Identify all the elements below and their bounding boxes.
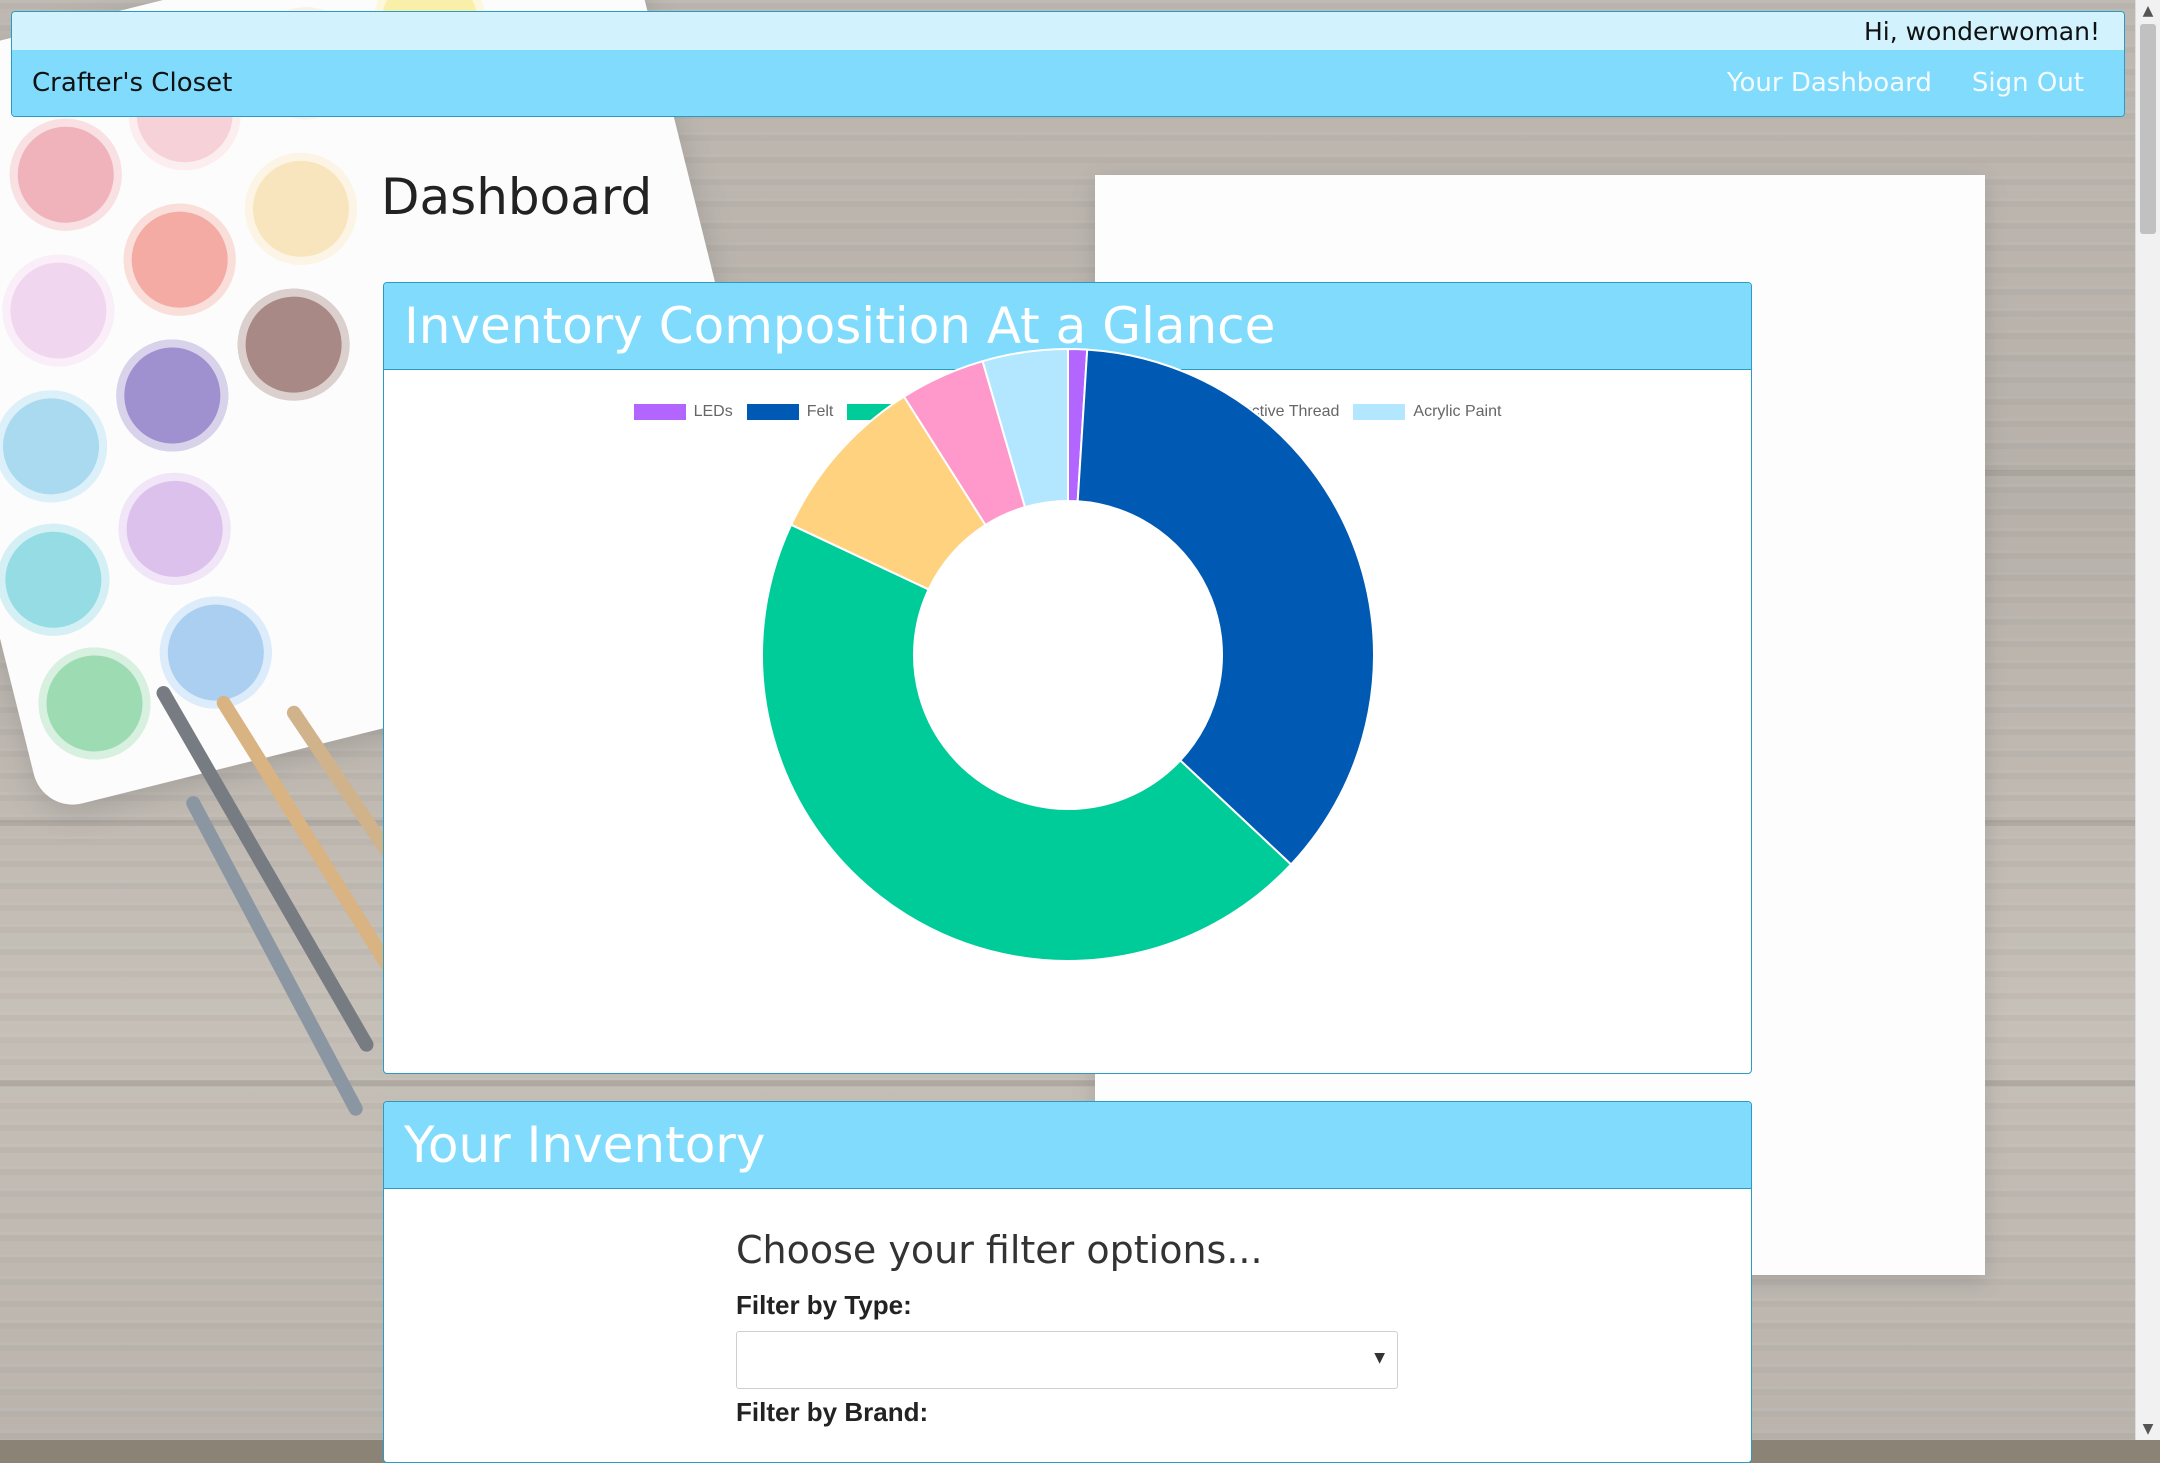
inventory-panel: Your Inventory Choose your filter option…: [383, 1101, 1752, 1463]
user-greeting-bar: Hi, wonderwoman!: [12, 12, 2124, 50]
filter-brand-label: Filter by Brand:: [736, 1397, 929, 1427]
scrollbar-thumb[interactable]: [2140, 24, 2156, 234]
donut-slice-felt[interactable]: [1076, 348, 1375, 866]
donut-chart: [761, 347, 1375, 962]
scroll-down-icon[interactable]: ▼: [2136, 1418, 2160, 1440]
main-nav: Crafter's Closet Your Dashboard Sign Out: [12, 50, 2124, 116]
filter-type-label: Filter by Type:: [736, 1290, 912, 1320]
navbar: Hi, wonderwoman! Crafter's Closet Your D…: [11, 11, 2125, 117]
filter-form: Choose your filter options... Filter by …: [736, 1228, 1436, 1438]
nav-links: Your Dashboard Sign Out: [1727, 68, 2084, 98]
caret-down-icon: ▼: [1374, 1350, 1385, 1366]
sign-out-link[interactable]: Sign Out: [1972, 68, 2084, 98]
filter-type-select[interactable]: ▼: [736, 1331, 1398, 1389]
page-title: Dashboard: [381, 168, 653, 226]
scroll-up-icon[interactable]: ▲: [2136, 0, 2160, 22]
inventory-chart-panel: Inventory Composition At a Glance LEDs Fe…: [383, 282, 1752, 1074]
filter-heading: Choose your filter options...: [736, 1228, 1263, 1272]
dashboard-link[interactable]: Your Dashboard: [1727, 68, 1932, 98]
user-greeting: Hi, wonderwoman!: [1863, 16, 2100, 46]
brand-link[interactable]: Crafter's Closet: [32, 68, 232, 98]
inventory-panel-heading: Your Inventory: [384, 1102, 1751, 1189]
page-scrollbar[interactable]: ▲ ▼: [2135, 0, 2160, 1440]
